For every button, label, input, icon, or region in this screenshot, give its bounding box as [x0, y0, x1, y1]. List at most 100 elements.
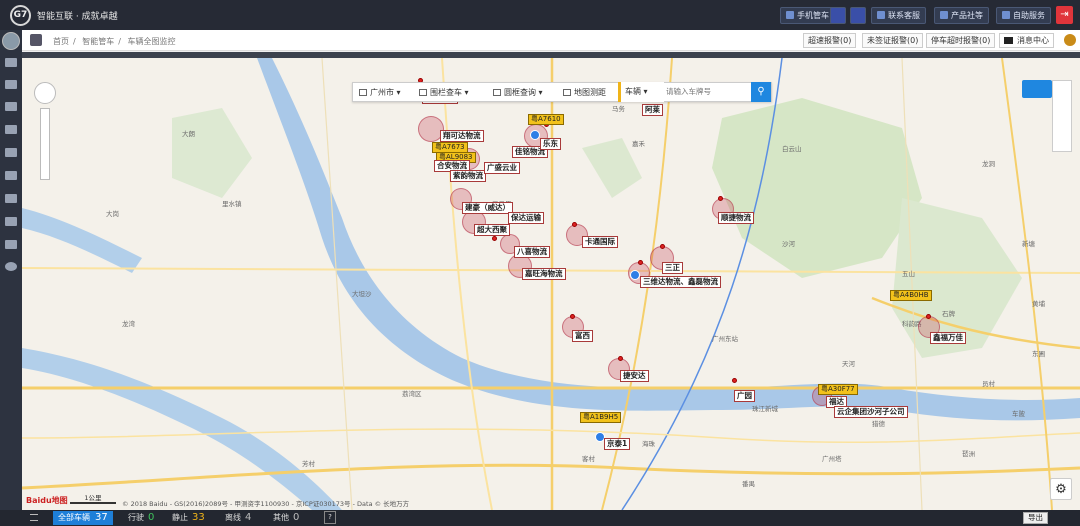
list-icon[interactable] — [5, 102, 17, 111]
avatar[interactable] — [2, 32, 20, 50]
company-label[interactable]: 卡通国际 — [582, 236, 618, 248]
vehicle-plate[interactable]: 粤A30F77 — [818, 384, 858, 395]
user-icon[interactable] — [5, 194, 17, 203]
eye-icon[interactable] — [5, 58, 17, 67]
stopped-filter[interactable]: 静止 33 — [172, 511, 205, 525]
vehicle-plate[interactable]: 粤A7610 — [528, 114, 564, 125]
square-icon — [493, 89, 501, 96]
map-settings-icon[interactable]: ⚙ — [1050, 478, 1072, 500]
refresh-icon[interactable] — [30, 34, 42, 46]
company-label[interactable]: 云企集团沙河子公司 — [834, 406, 908, 418]
offline-filter[interactable]: 离线 4 — [225, 511, 251, 525]
logout-icon[interactable]: ⇥ — [1056, 6, 1073, 24]
settings-icon[interactable] — [5, 217, 17, 226]
unsigned-alarm-button[interactable]: 未签证报警(0) — [862, 33, 924, 48]
company-label[interactable]: 广盛云业 — [484, 162, 520, 174]
org-icon[interactable] — [5, 125, 17, 134]
city-select[interactable]: 广州市 ▾ — [359, 86, 401, 100]
place-name: 黄埔 — [1032, 300, 1045, 308]
vehicle-pin[interactable] — [570, 314, 575, 319]
breadcrumb-home[interactable]: 首页 — [53, 37, 69, 46]
vehicle-moving-icon[interactable] — [630, 270, 640, 280]
vehicle-plate[interactable]: 粤A4B0HB — [890, 290, 932, 301]
company-label[interactable]: 富西 — [572, 330, 593, 342]
self-service-button[interactable]: 自助服务 — [996, 7, 1051, 24]
company-label[interactable]: 阿莱 — [642, 104, 663, 116]
vehicle-type-select[interactable]: 车辆 ▾ — [618, 82, 664, 102]
other-filter[interactable]: 其他 0 — [273, 511, 299, 525]
location-icon — [419, 89, 427, 96]
vehicle-pin[interactable] — [638, 260, 643, 265]
vehicle-pin[interactable] — [492, 236, 497, 241]
help-icon[interactable]: ? — [324, 511, 336, 524]
company-label[interactable]: 翔可达物流 — [440, 130, 484, 142]
map-canvas[interactable]: 大岗 大朗 龙湾 大坦沙 马务 嘉禾 白云山 广州东站 天河 珠江新城 海珠 荔… — [22, 52, 1080, 510]
overspeed-alarm-button[interactable]: 超速报警(0) — [803, 33, 857, 48]
map-side-tools[interactable] — [1052, 80, 1072, 152]
place-name: 车陂 — [1012, 410, 1025, 418]
vehicle-plate[interactable]: 粤A1B9H5 — [580, 412, 622, 423]
company-label[interactable]: 八喜物流 — [514, 246, 550, 258]
all-vehicles-filter[interactable]: 全部车辆 37 — [53, 511, 113, 525]
menu-icon[interactable] — [30, 514, 38, 521]
place-name: 沙河 — [782, 240, 795, 248]
brand-slogan: 智能互联 · 成就卓越 — [37, 12, 118, 22]
company-label[interactable]: 超大西聚 — [474, 224, 510, 236]
ruler-icon — [563, 89, 571, 96]
folder-icon[interactable] — [5, 148, 17, 157]
vehicle-pin[interactable] — [718, 196, 723, 201]
company-label[interactable]: 紫韵物流 — [450, 170, 486, 182]
truck-icon[interactable] — [5, 80, 17, 89]
map-copyright: © 2018 Baidu - GS(2016)2089号 - 甲测资字11009… — [122, 500, 410, 508]
pan-control[interactable] — [34, 82, 56, 104]
vehicle-pin[interactable] — [618, 356, 623, 361]
export-button[interactable]: 导出 — [1023, 512, 1048, 524]
place-name: 大坦沙 — [352, 290, 372, 298]
company-label[interactable]: 三正 — [662, 262, 683, 274]
place-name: 嘉禾 — [632, 140, 645, 148]
company-label[interactable]: 三维达物流、鑫磊物流 — [640, 276, 721, 288]
company-label[interactable]: 嘉旺海物流 — [522, 268, 566, 280]
vehicle-pin[interactable] — [926, 314, 931, 319]
fence-search-button[interactable]: 围栏查车 ▾ — [419, 86, 469, 100]
phone-icon — [786, 11, 794, 19]
place-name: 猎德 — [872, 420, 885, 428]
baidu-logo: Baidu地图 — [26, 496, 68, 505]
vehicle-pin[interactable] — [572, 222, 577, 227]
place-name: 广州塔 — [822, 455, 842, 463]
company-label[interactable]: 保达运输 — [508, 212, 544, 224]
company-label[interactable]: 广园 — [734, 390, 755, 402]
breadcrumb-fleet[interactable]: 智能管车 — [82, 37, 114, 46]
zoom-slider[interactable] — [40, 108, 50, 180]
vehicle-pin[interactable] — [660, 244, 665, 249]
circle-query-button[interactable]: 圆框查询 ▾ — [493, 86, 543, 100]
search-icon[interactable]: ⚲ — [751, 82, 771, 102]
plate-search-input[interactable] — [666, 85, 750, 99]
company-label[interactable]: 鑫福万佳 — [930, 332, 966, 344]
driving-filter[interactable]: 行驶 0 — [128, 511, 154, 525]
place-name: 番禺 — [742, 480, 755, 488]
mail-icon[interactable] — [830, 7, 846, 24]
company-label[interactable]: 建豪（威达） — [462, 202, 513, 214]
contact-support-button[interactable]: 联系客服 — [871, 7, 926, 24]
company-label[interactable]: 京泰1 — [604, 438, 631, 450]
card-icon[interactable] — [5, 240, 17, 249]
gear-icon[interactable] — [1064, 34, 1076, 46]
message-center-button[interactable]: 消息中心 — [999, 33, 1054, 48]
parking-alarm-button[interactable]: 停车超时报警(0) — [926, 33, 996, 48]
vehicle-moving-icon[interactable] — [530, 130, 540, 140]
breadcrumb: 首页 / 智能管车 / 车辆全图监控 — [53, 37, 176, 46]
folder-open-icon[interactable] — [5, 171, 17, 180]
place-name: 五山 — [902, 270, 915, 278]
company-label[interactable]: 乐东 — [540, 138, 561, 150]
company-label[interactable]: 捷安达 — [620, 370, 649, 382]
company-label[interactable]: 顺捷物流 — [718, 212, 754, 224]
mobile-fleet-button[interactable]: 手机管车 — [780, 7, 835, 24]
camera-icon[interactable] — [1022, 80, 1052, 98]
wrench-icon — [1002, 11, 1010, 19]
download-icon[interactable] — [850, 7, 866, 24]
measure-button[interactable]: 地图测距 — [563, 86, 606, 100]
vehicle-pin[interactable] — [732, 378, 737, 383]
product-community-button[interactable]: 产品社等 — [934, 7, 989, 24]
arrow-right-icon[interactable] — [5, 262, 17, 271]
